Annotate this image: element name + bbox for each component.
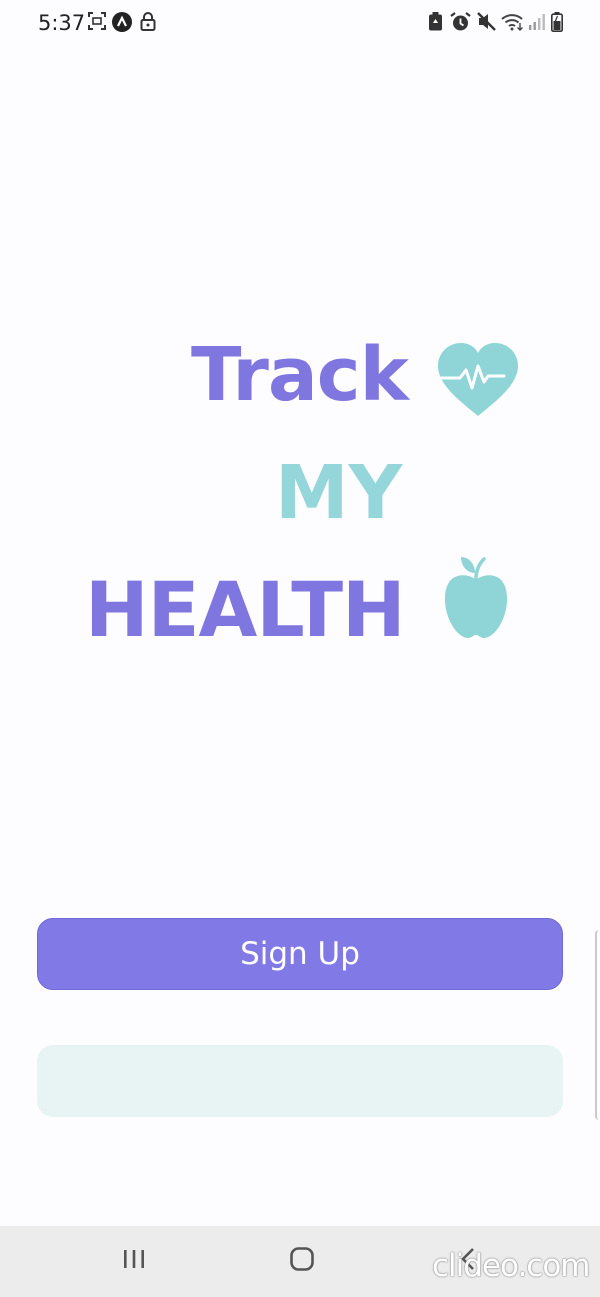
battery-icon xyxy=(551,12,563,32)
status-bar: 5:37 xyxy=(0,0,600,46)
secondary-button[interactable] xyxy=(37,1045,563,1117)
signup-button[interactable]: Sign Up xyxy=(37,918,563,990)
status-time: 5:37 xyxy=(38,11,86,35)
battery-saver-icon xyxy=(429,12,442,31)
edge-panel-handle[interactable] xyxy=(595,930,600,1120)
alarm-icon xyxy=(450,12,471,31)
screenshot-icon xyxy=(88,12,106,30)
title-health: HEALTH xyxy=(85,565,406,654)
title-my: MY xyxy=(275,450,403,536)
watermark: clideo.com xyxy=(432,1248,591,1284)
recent-apps-icon[interactable] xyxy=(122,1246,146,1272)
apple-icon xyxy=(444,557,508,638)
lock-icon xyxy=(140,12,156,31)
heart-pulse-icon xyxy=(438,343,518,416)
wifi-icon xyxy=(501,14,523,31)
app-notification-icon xyxy=(112,12,132,32)
signal-icon xyxy=(529,14,545,30)
title-track: Track xyxy=(191,332,409,418)
home-icon[interactable] xyxy=(289,1246,315,1272)
mute-icon xyxy=(477,12,496,31)
